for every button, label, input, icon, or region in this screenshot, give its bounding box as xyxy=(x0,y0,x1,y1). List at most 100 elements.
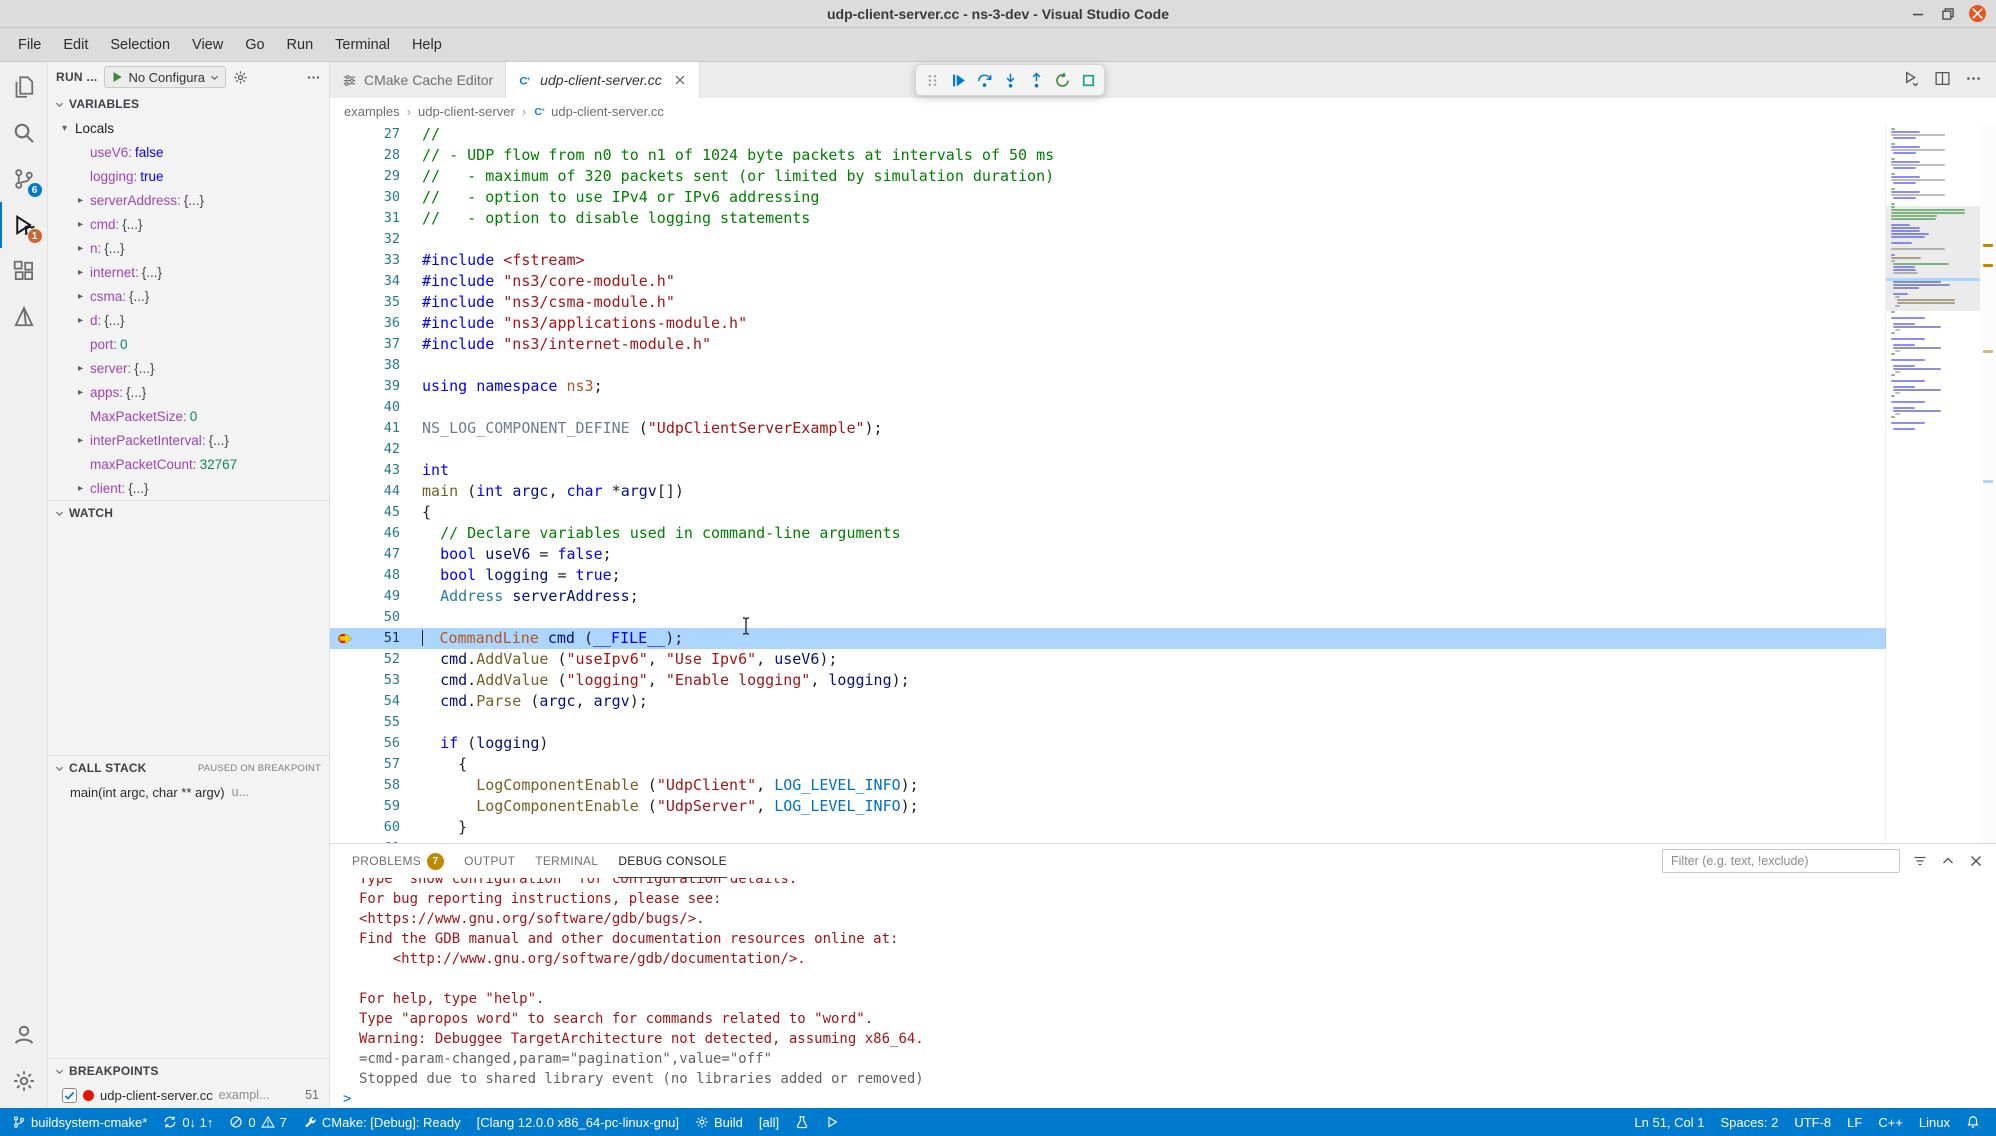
gutter[interactable]: 41 xyxy=(330,418,400,439)
gutter[interactable]: 57 xyxy=(330,754,400,775)
gutter[interactable]: 29 xyxy=(330,166,400,187)
gutter[interactable]: 40 xyxy=(330,397,400,418)
run-or-debug-button[interactable] xyxy=(1903,70,1920,90)
status-cmake-target[interactable]: [all] xyxy=(751,1108,787,1136)
menu-go[interactable]: Go xyxy=(235,32,274,58)
overview-ruler[interactable] xyxy=(1980,124,1996,843)
breakpoint-margin[interactable] xyxy=(330,586,360,607)
start-debugging-icon[interactable] xyxy=(110,70,124,84)
gutter[interactable]: 28 xyxy=(330,145,400,166)
continue-button[interactable] xyxy=(946,67,970,93)
breakpoint-margin[interactable] xyxy=(330,649,360,670)
code-line[interactable]: 44main (int argc, char *argv[]) xyxy=(330,481,1886,502)
code-line[interactable]: 32 xyxy=(330,229,1886,250)
code-line[interactable]: 56 if (logging) xyxy=(330,733,1886,754)
code-line[interactable]: 39using namespace ns3; xyxy=(330,376,1886,397)
breakpoint-margin[interactable] xyxy=(330,313,360,334)
breakpoint-margin[interactable] xyxy=(330,145,360,166)
status-cmake-test[interactable] xyxy=(787,1108,817,1136)
code-line[interactable]: 31// - option to disable logging stateme… xyxy=(330,208,1886,229)
gutter[interactable]: 43 xyxy=(330,460,400,481)
breakpoint-item[interactable]: udp-client-server.cc exampl... 51 xyxy=(48,1083,329,1107)
gutter[interactable]: 50 xyxy=(330,607,400,628)
breakpoint-margin[interactable] xyxy=(330,187,360,208)
close-icon[interactable] xyxy=(673,73,687,87)
breakpoint-margin[interactable] xyxy=(330,376,360,397)
status-cmake-build[interactable]: Build xyxy=(687,1108,751,1136)
code-line[interactable]: 49 Address serverAddress; xyxy=(330,586,1886,607)
gutter[interactable]: 37 xyxy=(330,334,400,355)
breakpoint-margin[interactable] xyxy=(330,124,360,145)
breakpoint-checkbox[interactable] xyxy=(62,1088,77,1103)
code-line[interactable]: 51 CommandLine cmd (__FILE__); xyxy=(330,628,1886,649)
code-line[interactable]: 36#include "ns3/applications-module.h" xyxy=(330,313,1886,334)
gutter[interactable]: 47 xyxy=(330,544,400,565)
breadcrumb-item-udp-client-server-cc[interactable]: C+udp-client-server.cc xyxy=(533,104,664,119)
gutter[interactable]: 49 xyxy=(330,586,400,607)
breadcrumb-item-examples[interactable]: examples xyxy=(344,104,400,119)
menu-file[interactable]: File xyxy=(8,32,51,58)
gutter[interactable]: 27 xyxy=(330,124,400,145)
breakpoint-margin[interactable] xyxy=(330,523,360,544)
gutter[interactable]: 53 xyxy=(330,670,400,691)
menu-run[interactable]: Run xyxy=(277,32,324,58)
status-cmake-kit[interactable]: [Clang 12.0.0 x86_64-pc-linux-gnu] xyxy=(469,1108,687,1136)
breakpoint-margin[interactable] xyxy=(330,565,360,586)
breakpoint-margin[interactable] xyxy=(330,691,360,712)
variables-pane-header[interactable]: VARIABLES xyxy=(48,92,329,116)
breakpoint-margin[interactable] xyxy=(330,250,360,271)
activity-explorer[interactable] xyxy=(0,64,48,110)
variable-row-apps[interactable]: ▸apps: {...} xyxy=(48,380,329,404)
variable-row-interpacketinterval[interactable]: ▸interPacketInterval: {...} xyxy=(48,428,329,452)
activity-cmake[interactable] xyxy=(0,294,48,340)
status-encoding[interactable]: UTF-8 xyxy=(1786,1108,1839,1136)
gutter[interactable]: 35 xyxy=(330,292,400,313)
gutter[interactable]: 52 xyxy=(330,649,400,670)
status-eol[interactable]: LF xyxy=(1839,1108,1870,1136)
code-line[interactable]: 47 bool useV6 = false; xyxy=(330,544,1886,565)
activity-account[interactable] xyxy=(0,1012,48,1058)
breakpoint-margin[interactable] xyxy=(330,229,360,250)
panel-tab-debug-console[interactable]: DEBUG CONSOLE xyxy=(618,844,727,878)
code-line[interactable]: 40 xyxy=(330,397,1886,418)
variable-row-server[interactable]: ▸server: {...} xyxy=(48,356,329,380)
code-line[interactable]: 28// - UDP flow from n0 to n1 of 1024 by… xyxy=(330,145,1886,166)
breakpoints-pane-header[interactable]: BREAKPOINTS xyxy=(48,1059,329,1083)
activity-source-control[interactable]: 6 xyxy=(0,156,48,202)
more-actions-button[interactable] xyxy=(1965,70,1982,90)
gutter[interactable]: 44 xyxy=(330,481,400,502)
gutter[interactable]: 58 xyxy=(330,775,400,796)
activity-extensions[interactable] xyxy=(0,248,48,294)
debug-config-picker[interactable]: No Configura xyxy=(104,66,226,88)
panel-tab-problems[interactable]: PROBLEMS7 xyxy=(352,844,444,878)
variable-row-serveraddress[interactable]: ▸serverAddress: {...} xyxy=(48,188,329,212)
menu-view[interactable]: View xyxy=(182,32,233,58)
console-filter-input[interactable] xyxy=(1662,849,1900,873)
close-button[interactable] xyxy=(1969,5,1986,22)
restore-button[interactable] xyxy=(1939,5,1957,23)
gutter[interactable]: 31 xyxy=(330,208,400,229)
gutter[interactable]: 34 xyxy=(330,271,400,292)
variable-row-usev6[interactable]: useV6: false xyxy=(48,140,329,164)
gutter[interactable]: 61 xyxy=(330,838,400,843)
menu-help[interactable]: Help xyxy=(402,32,452,58)
code-line[interactable]: 38 xyxy=(330,355,1886,376)
code-line[interactable]: 41NS_LOG_COMPONENT_DEFINE ("UdpClientSer… xyxy=(330,418,1886,439)
breakpoint-margin[interactable] xyxy=(330,397,360,418)
breakpoint-margin[interactable] xyxy=(330,208,360,229)
activity-run-and-debug[interactable]: 1 xyxy=(0,202,48,248)
watch-pane-header[interactable]: WATCH xyxy=(48,501,329,525)
breadcrumb[interactable]: examples›udp-client-server›C+udp-client-… xyxy=(330,98,1996,124)
code-line[interactable]: 61 xyxy=(330,838,1886,843)
code-line[interactable]: 45{ xyxy=(330,502,1886,523)
call-stack-frame[interactable]: main(int argc, char ** argv) u... xyxy=(48,780,329,804)
activity-manage[interactable] xyxy=(0,1058,48,1104)
code-line[interactable]: 43int xyxy=(330,460,1886,481)
tab-udp-client-server-cc[interactable]: C+udp-client-server.cc xyxy=(506,62,700,98)
drag-handle-button[interactable] xyxy=(920,67,944,93)
status-indentation[interactable]: Spaces: 2 xyxy=(1713,1108,1787,1136)
step-over-button[interactable] xyxy=(972,67,996,93)
variable-row-internet[interactable]: ▸internet: {...} xyxy=(48,260,329,284)
code-line[interactable]: 42 xyxy=(330,439,1886,460)
code-line[interactable]: 59 LogComponentEnable ("UdpServer", LOG_… xyxy=(330,796,1886,817)
